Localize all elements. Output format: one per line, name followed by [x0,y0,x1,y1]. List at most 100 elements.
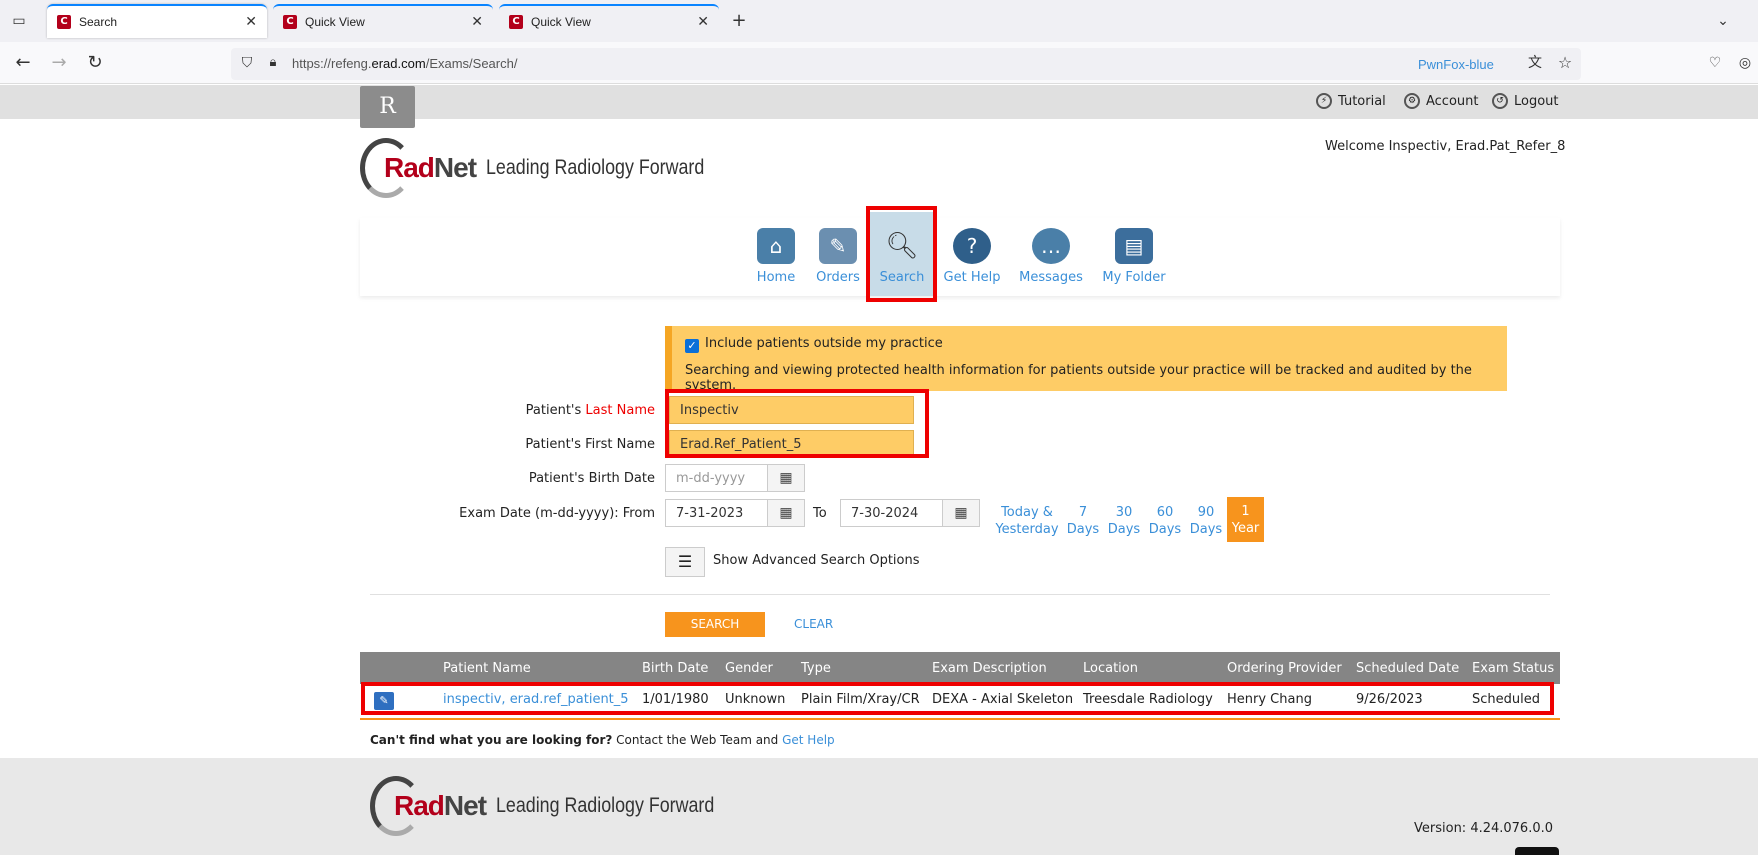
tutorial-link[interactable]: ⚡ Tutorial [1316,93,1386,109]
col-type[interactable]: Type [801,661,831,676]
col-patient-name[interactable]: Patient Name [443,661,531,676]
col-gender[interactable]: Gender [725,661,773,676]
version-text: Version: 4.24.076.0.0 [1414,821,1554,836]
account-link[interactable]: ⚙ Account [1404,93,1479,109]
lock-icon[interactable]: 🔒︎ [262,52,284,74]
close-tab-icon[interactable]: ✕ [697,14,709,30]
include-outside-checkbox[interactable]: ✓ [685,339,699,353]
logout-link[interactable]: ↺ Logout [1492,93,1559,109]
range-l1: 60 [1156,505,1174,520]
tutorial-label: Tutorial [1338,93,1386,109]
messages-icon: … [1032,228,1070,264]
col-location[interactable]: Location [1083,661,1138,676]
range-l1: 1 [1241,504,1250,519]
range-l2: Yesterday [995,522,1059,537]
search-highlight-box [866,206,937,302]
orders-icon: ✎ [819,228,857,264]
exam-from-field[interactable]: 7-31-2023 [665,499,769,527]
range-l2: Days [1107,522,1141,537]
url-text[interactable]: https://refeng.erad.com/Exams/Search/ [292,56,517,71]
logout-label: Logout [1514,93,1559,109]
logo-rad: Rad [384,152,435,183]
nav-folder-label: My Folder [1102,270,1166,285]
new-tab-icon[interactable]: + [728,10,750,32]
col-exam-description[interactable]: Exam Description [932,661,1047,676]
clear-button[interactable]: CLEAR [794,617,833,631]
radnet-logo: Rad Net Leading Radiology Forward [360,138,743,198]
logo-tagline: Leading Radiology Forward [486,156,705,179]
nav-orders[interactable]: ✎ Orders [803,224,873,285]
nav-messages-label: Messages [1019,270,1083,285]
nav-home[interactable]: ⌂ Home [741,224,811,285]
back-icon[interactable]: ← [12,52,34,74]
nav-home-label: Home [756,270,796,285]
translate-icon[interactable]: 文 [1524,52,1546,74]
star-icon[interactable]: ☆ [1554,52,1576,74]
calendar-icon[interactable]: ▦ [942,499,980,527]
chevron-down-icon[interactable]: ⌄ [1712,10,1734,32]
logo-tagline: Leading Radiology Forward [496,794,715,817]
help-line: Can't find what you are looking for? Con… [370,733,835,747]
logout-icon: ↺ [1492,93,1508,109]
exam-date-label: Exam Date (m-dd-yyyy): From [459,506,655,521]
nav-messages[interactable]: … Messages [1016,224,1086,285]
bolt-icon: ⚡ [1316,93,1332,109]
reload-icon[interactable]: ↻ [84,52,106,74]
range-l1: 30 [1115,505,1133,520]
include-outside-label: Include patients outside my practice [705,336,943,351]
result-row-highlight-box [361,682,1554,715]
radnet-favicon-icon: C [509,15,523,29]
birth-date-label: Patient's Birth Date [528,471,655,486]
tab-title: Search [79,15,118,29]
tab-title: Quick View [531,15,591,29]
tab-list-icon[interactable]: ▭ [8,10,30,32]
range-60-days[interactable]: 60 Days [1148,504,1182,538]
range-l2: Year [1231,521,1260,536]
calendar-icon[interactable]: ▦ [767,464,805,492]
radnet-favicon-icon: C [57,15,71,29]
folder-icon: ▤ [1115,228,1153,264]
advanced-options-toggle[interactable]: ☰ [665,547,705,577]
range-1-year[interactable]: 1 Year [1227,497,1264,542]
range-7-days[interactable]: 7 Days [1066,504,1100,538]
home-icon: ⌂ [757,228,795,264]
calendar-icon[interactable]: ▦ [767,499,805,527]
close-tab-icon[interactable]: ✕ [245,14,257,30]
tab-quick-view-1[interactable]: C Quick View ✕ [273,4,493,38]
col-ordering-provider[interactable]: Ordering Provider [1227,661,1342,676]
chat-widget-tab[interactable] [1515,847,1559,855]
forward-icon[interactable]: → [48,52,70,74]
advanced-options-label[interactable]: Show Advanced Search Options [713,553,920,568]
last-name-label: Patient's Last Name [525,403,655,418]
help-icon: ? [953,228,991,264]
range-l1: 7 [1078,505,1088,520]
range-90-days[interactable]: 90 Days [1189,504,1223,538]
range-l2: Days [1066,522,1100,537]
col-exam-status[interactable]: Exam Status [1472,661,1554,676]
pocket-icon[interactable]: ♡ [1704,52,1726,74]
tab-quick-view-2[interactable]: C Quick View ✕ [499,4,719,38]
range-today-yesterday[interactable]: Today & Yesterday [992,504,1062,538]
nav-help[interactable]: ? Get Help [937,224,1007,285]
tab-title: Quick View [305,15,365,29]
tab-search[interactable]: C Search ✕ [47,4,267,38]
r-badge: R [360,86,415,128]
include-outside-checkbox-row[interactable]: ✓ Include patients outside my practice [685,336,943,353]
close-tab-icon[interactable]: ✕ [471,14,483,30]
to-label: To [813,506,827,521]
nav-folder[interactable]: ▤ My Folder [1099,224,1169,285]
search-button[interactable]: SEARCH [665,612,765,637]
name-fields-highlight-box [665,389,929,458]
extensions-icon[interactable]: ◎ [1734,52,1756,74]
range-30-days[interactable]: 30 Days [1107,504,1141,538]
get-help-link[interactable]: Get Help [782,733,835,747]
container-label: PwnFox-blue [1418,57,1494,72]
help-bold: Can't find what you are looking for? [370,733,613,747]
col-scheduled-date[interactable]: Scheduled Date [1356,661,1459,676]
range-l2: Days [1189,522,1223,537]
birth-date-field[interactable]: m-dd-yyyy [665,464,769,492]
exam-to-field[interactable]: 7-30-2024 [840,499,944,527]
col-birth-date[interactable]: Birth Date [642,661,708,676]
help-text: Contact the Web Team and [612,733,783,747]
shield-icon[interactable]: ⛉ [236,52,258,74]
